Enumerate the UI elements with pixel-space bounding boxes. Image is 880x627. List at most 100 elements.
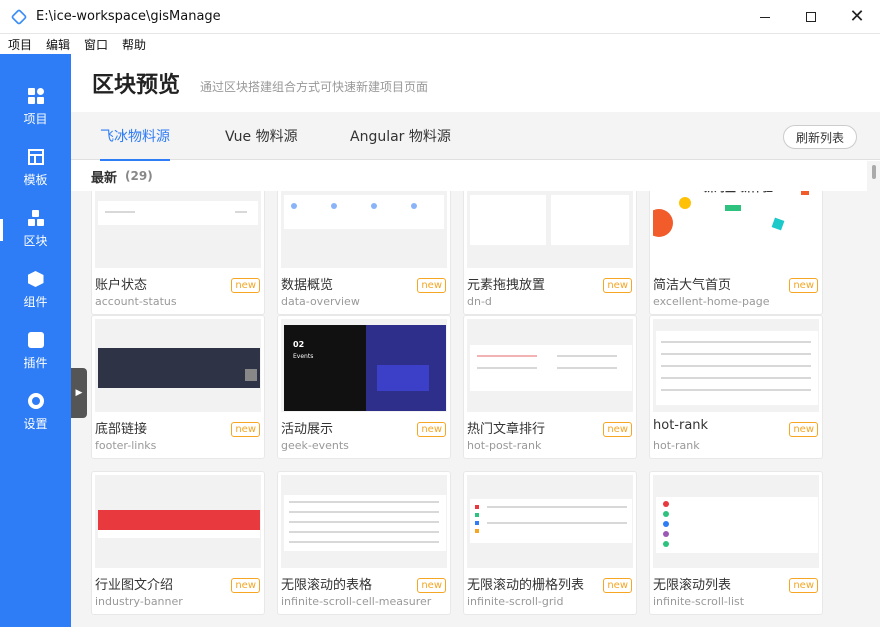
maximize-button[interactable] — [788, 0, 834, 34]
block-card-infinite-scroll-cell-measurer[interactable]: 无限滚动的表格 new infinite-scroll-cell-measure… — [277, 471, 451, 615]
block-card-title: 热门文章排行 — [467, 422, 546, 437]
preview-panel — [656, 497, 818, 553]
template-icon — [27, 149, 44, 165]
block-card-infinite-scroll-grid[interactable]: 无限滚动的栅格列表 new infinite-scroll-grid — [463, 471, 637, 615]
menu-edit[interactable]: 编辑 — [46, 36, 70, 53]
preview-avatar — [663, 501, 669, 507]
block-card-infinite-scroll-list[interactable]: 无限滚动列表 new infinite-scroll-list — [649, 471, 823, 615]
block-preview-image — [281, 475, 447, 568]
menu-window[interactable]: 窗口 — [84, 36, 108, 53]
preview-event-word: Events — [293, 353, 314, 360]
preview-strip — [98, 530, 260, 538]
tab-ice-source[interactable]: 飞冰物料源 — [100, 112, 170, 161]
menu-bar: 项目 编辑 窗口 帮助 — [0, 34, 880, 54]
preview-panel — [551, 195, 629, 245]
block-card-excellent-home-page[interactable]: 新淘宝 新体验 简洁大气首页 new excellent-home-page — [649, 171, 823, 315]
block-card-slug: geek-events — [281, 439, 349, 452]
block-card-title: 无限滚动的表格 — [281, 578, 373, 593]
block-card-industry-banner[interactable]: 行业图文介绍 new industry-banner — [91, 471, 265, 615]
preview-event-number: 02 — [293, 340, 305, 349]
block-card-slug: data-overview — [281, 295, 360, 308]
block-card-hot-rank[interactable]: hot-rank new hot-rank — [649, 315, 823, 459]
sidebar-item-plugins[interactable]: 插件 — [0, 321, 71, 382]
preview-shape — [771, 217, 785, 231]
refresh-list-button[interactable]: 刷新列表 — [782, 125, 857, 149]
preview-line — [487, 522, 627, 524]
block-preview-image — [95, 319, 261, 412]
preview-dot — [331, 203, 337, 209]
new-badge: new — [789, 278, 818, 293]
block-card-geek-events[interactable]: 02 Events 活动展示 new geek-events — [277, 315, 451, 459]
new-badge: new — [417, 278, 446, 293]
block-card-slug: dn-d — [467, 295, 492, 308]
preview-marker — [475, 505, 479, 509]
window-title: E:\ice-workspace\gisManage — [36, 9, 221, 24]
preview-line — [235, 211, 247, 213]
block-card-data-overview[interactable]: 数据概览 new data-overview — [277, 171, 451, 315]
preview-qr — [245, 369, 257, 381]
preview-line — [289, 531, 439, 533]
blocks-icon — [27, 210, 44, 226]
page-subtitle: 通过区块搭建组合方式可快速新建项目页面 — [200, 79, 429, 94]
maximize-icon — [806, 12, 816, 22]
preview-avatar — [663, 531, 669, 537]
preview-line — [487, 506, 627, 508]
preview-line — [105, 211, 135, 213]
block-card-title: 账户状态 — [95, 278, 148, 293]
section-header: 最新 (29) — [71, 161, 867, 191]
source-tabs: 飞冰物料源 Vue 物料源 Angular 物料源 刷新列表 — [71, 112, 880, 161]
preview-panel — [284, 195, 444, 229]
preview-line — [661, 341, 811, 343]
new-badge: new — [417, 422, 446, 437]
page-title: 区块预览 — [92, 73, 181, 98]
block-card-hot-post-rank[interactable]: 热门文章排行 new hot-post-rank — [463, 315, 637, 459]
sidebar-item-projects[interactable]: 项目 — [0, 77, 71, 138]
preview-line — [477, 355, 537, 357]
scrollbar-thumb[interactable] — [872, 165, 876, 179]
preview-line — [661, 365, 811, 367]
window-titlebar: E:\ice-workspace\gisManage ✕ — [0, 0, 880, 34]
close-button[interactable]: ✕ — [834, 0, 880, 34]
new-badge: new — [603, 422, 632, 437]
sidebar-item-components[interactable]: 组件 — [0, 260, 71, 321]
block-card-account-status[interactable]: 账户状态 new account-status — [91, 171, 265, 315]
page-header: 区块预览 通过区块搭建组合方式可快速新建项目页面 — [71, 54, 880, 112]
new-badge: new — [789, 422, 818, 437]
sidebar-item-label: 设置 — [23, 417, 48, 431]
section-title: 最新 — [91, 170, 118, 186]
preview-dot — [291, 203, 297, 209]
sidebar-item-blocks[interactable]: 区块 — [0, 199, 71, 260]
preview-dark-footer — [98, 348, 260, 388]
preview-line — [477, 367, 537, 369]
new-badge: new — [231, 278, 260, 293]
minimize-icon — [760, 16, 770, 18]
preview-line — [557, 355, 617, 357]
preview-dot — [411, 203, 417, 209]
preview-panel — [98, 201, 258, 225]
sidebar-item-settings[interactable]: 设置 — [0, 382, 71, 443]
block-card-footer-links[interactable]: 底部链接 new footer-links — [91, 315, 265, 459]
sidebar-item-templates[interactable]: 模板 — [0, 138, 71, 199]
menu-project[interactable]: 项目 — [8, 36, 32, 53]
section-count: (29) — [125, 169, 153, 183]
block-card-title: 无限滚动列表 — [653, 578, 732, 593]
menu-help[interactable]: 帮助 — [122, 36, 146, 53]
block-card-title: 元素拖拽放置 — [467, 278, 546, 293]
block-card-slug: infinite-scroll-list — [653, 595, 745, 608]
new-badge: new — [603, 278, 632, 293]
tab-vue-source[interactable]: Vue 物料源 — [225, 112, 298, 160]
preview-line — [289, 501, 439, 503]
block-card-title: 底部链接 — [95, 422, 148, 437]
preview-shape — [679, 197, 691, 209]
new-badge: new — [231, 578, 260, 593]
minimize-button[interactable] — [742, 0, 788, 34]
block-gallery[interactable]: 账户状态 new account-status 数据概览 new data-ov… — [71, 161, 880, 627]
preview-marker — [475, 529, 479, 533]
preview-dark-panel — [284, 325, 366, 411]
tab-angular-source[interactable]: Angular 物料源 — [350, 112, 451, 160]
block-card-title: 行业图文介绍 — [95, 578, 174, 593]
preview-marker — [475, 513, 479, 517]
sidebar-collapse-handle[interactable]: ▶ — [71, 368, 87, 418]
block-card-dn-d[interactable]: 元素拖拽放置 new dn-d — [463, 171, 637, 315]
preview-avatar — [663, 541, 669, 547]
